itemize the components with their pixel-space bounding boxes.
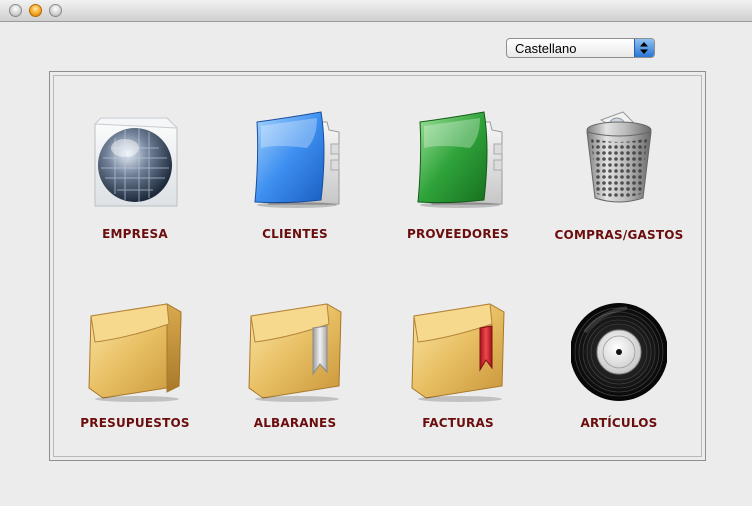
box-icon bbox=[87, 302, 183, 402]
trash-can-icon bbox=[571, 108, 667, 208]
close-window-button[interactable] bbox=[9, 4, 22, 17]
box-bookmark-red-icon bbox=[410, 302, 506, 402]
module-label: ARTÍCULOS bbox=[580, 416, 658, 430]
vinyl-disc-icon bbox=[570, 302, 668, 402]
minimize-window-button[interactable] bbox=[29, 4, 42, 17]
blue-folder-icon bbox=[247, 108, 343, 208]
language-select[interactable]: Castellano bbox=[506, 38, 655, 58]
globe-icon bbox=[87, 108, 183, 208]
green-folder-icon bbox=[410, 108, 506, 208]
module-label: COMPRAS/GASTOS bbox=[554, 228, 684, 242]
zoom-window-button[interactable] bbox=[49, 4, 62, 17]
module-label: ALBARANES bbox=[253, 416, 337, 430]
module-label: CLIENTES bbox=[262, 227, 328, 241]
module-label: FACTURAS bbox=[422, 416, 494, 430]
updown-arrows-icon bbox=[634, 39, 654, 57]
box-bookmark-icon bbox=[247, 302, 343, 402]
module-label: EMPRESA bbox=[102, 227, 168, 241]
window-titlebar bbox=[0, 0, 752, 22]
module-label: PRESUPUESTOS bbox=[80, 416, 190, 430]
module-label: PROVEEDORES bbox=[406, 227, 510, 241]
language-select-value: Castellano bbox=[515, 41, 577, 56]
